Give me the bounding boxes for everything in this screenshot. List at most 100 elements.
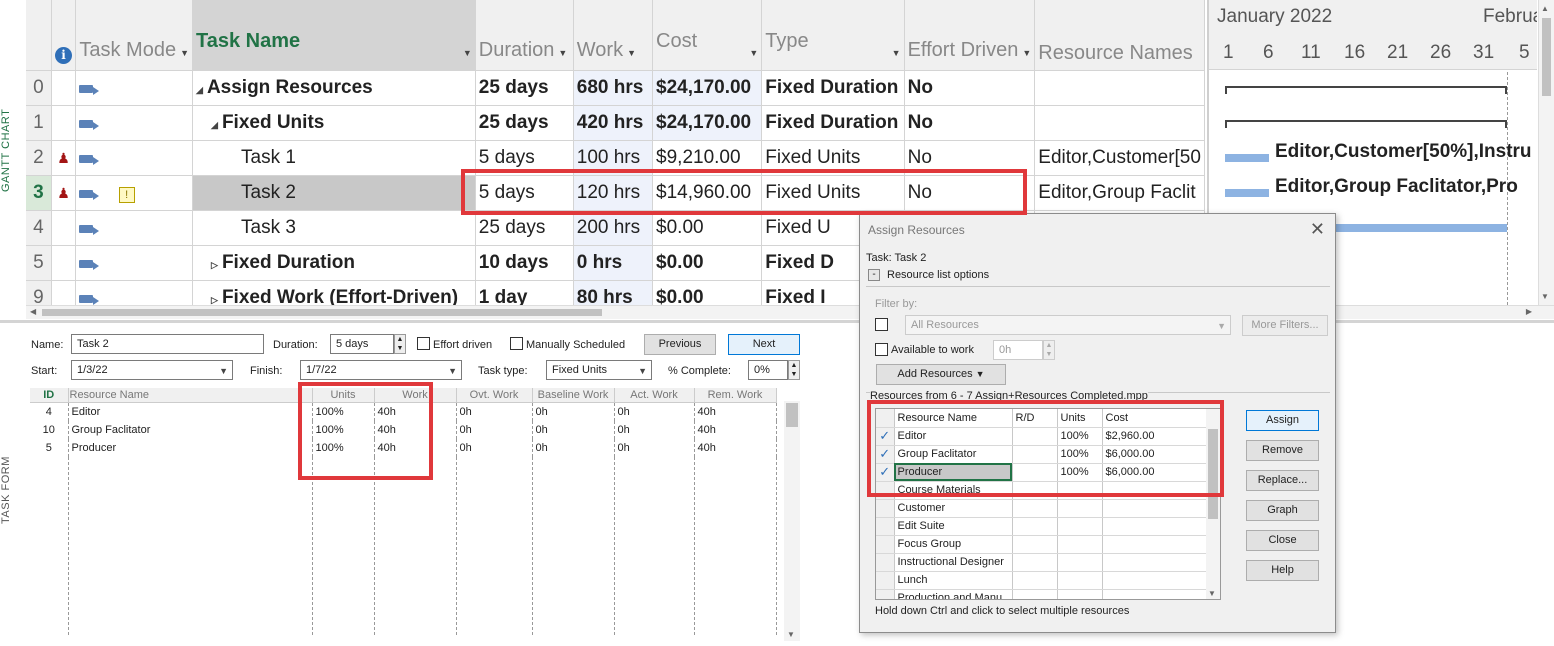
cost-cell[interactable]: $14,960.00 — [652, 175, 763, 211]
task-bar[interactable] — [1225, 189, 1269, 197]
scroll-thumb[interactable] — [1542, 18, 1551, 96]
type-cell[interactable]: Fixed Duration — [761, 105, 905, 141]
resource-act-work[interactable]: 0h — [614, 438, 695, 457]
resource-units[interactable]: 100% — [1057, 463, 1103, 482]
task-row-selected[interactable]: 3 ♟ ! Task 2 5 days 120 hrs $14,960.00 F… — [26, 175, 1205, 211]
task-mode-cell[interactable] — [75, 280, 194, 305]
row-id[interactable]: 3 — [26, 175, 52, 211]
task-name-cell[interactable]: ◢ Assign Resources — [192, 70, 476, 106]
summary-bar[interactable] — [1225, 120, 1507, 128]
task-mode-cell[interactable]: ! — [75, 175, 194, 211]
resource-rem-work[interactable]: 40h — [694, 438, 777, 457]
cost-cell[interactable]: $24,170.00 — [652, 105, 763, 141]
duration-field[interactable]: 5 days — [330, 334, 394, 354]
resource-units[interactable] — [1057, 589, 1103, 599]
resource-ovt-work[interactable]: 0h — [456, 420, 533, 439]
cost-cell[interactable]: $9,210.00 — [652, 140, 763, 176]
resource-grid[interactable]: Resource Name R/D Units Cost ✓ Editor 10… — [875, 408, 1221, 600]
scroll-down-icon[interactable]: ▼ — [1541, 292, 1549, 301]
units-column-header[interactable]: Units — [312, 388, 375, 403]
cost-column-header[interactable]: Cost — [1102, 409, 1220, 428]
cost-header[interactable]: Cost ▼ — [652, 0, 763, 71]
resource-rd[interactable] — [1012, 571, 1058, 590]
row-id[interactable]: 4 — [26, 210, 52, 246]
work-header[interactable]: Work ▼ — [573, 0, 654, 71]
available-hours-field[interactable]: 0h — [993, 340, 1043, 360]
ovt-work-column-header[interactable]: Ovt. Work — [456, 388, 533, 403]
task-name-cell[interactable]: Task 2 — [192, 175, 476, 211]
resource-row[interactable]: ✓ Group Faclitator 100% $6,000.00 — [876, 445, 1220, 464]
task-form-view-label[interactable]: TASK FORM — [0, 400, 26, 580]
resource-act-work[interactable]: 0h — [614, 420, 695, 439]
resource-rd[interactable] — [1012, 589, 1058, 599]
task-mode-header[interactable]: Task Mode ▼ — [75, 0, 194, 71]
row-id[interactable]: 2 — [26, 140, 52, 176]
rd-column-header[interactable]: R/D — [1012, 409, 1058, 428]
assign-resources-dialog[interactable]: Assign Resources ✕ Task: Task 2 - Resour… — [859, 213, 1336, 633]
resource-rd[interactable] — [1012, 427, 1058, 446]
task-name-cell[interactable]: Task 3 — [192, 210, 476, 246]
resource-row[interactable]: Customer — [876, 499, 1220, 518]
effort-driven-cell[interactable]: No — [904, 105, 1036, 141]
chevron-down-icon[interactable]: ▼ — [219, 366, 228, 376]
task-name-cell[interactable]: ▷ Fixed Work (Effort-Driven) — [192, 280, 476, 305]
cost-cell[interactable]: $24,170.00 — [652, 70, 763, 106]
duration-cell[interactable]: 5 days — [475, 175, 574, 211]
resource-work[interactable]: 40h — [374, 420, 457, 439]
resource-baseline-work[interactable]: 0h — [532, 438, 615, 457]
resource-name[interactable]: Producer — [894, 463, 1013, 482]
row-id[interactable]: 0 — [26, 70, 52, 106]
resource-row[interactable]: Instructional Designer — [876, 553, 1220, 572]
task-mode-cell[interactable] — [75, 70, 194, 106]
percent-complete-field[interactable]: 0% — [748, 360, 788, 380]
resource-name-column-header[interactable]: Resource Name — [894, 409, 1013, 428]
filter-select[interactable]: All Resources ▼ — [905, 315, 1231, 335]
resource-grid-scrollbar[interactable]: ▼ — [1206, 409, 1220, 599]
resource-names-header[interactable]: Resource Names — [1034, 0, 1205, 71]
resource-work[interactable]: 40h — [374, 438, 457, 457]
task-name-header[interactable]: Task Name ▼ — [192, 0, 476, 71]
resource-names-cell[interactable] — [1034, 105, 1205, 141]
resource-row[interactable]: Focus Group — [876, 535, 1220, 554]
manually-scheduled-checkbox[interactable] — [510, 337, 523, 350]
resource-rd[interactable] — [1012, 517, 1058, 536]
expand-triangle-icon[interactable]: ▷ — [211, 295, 218, 305]
available-to-work-checkbox[interactable] — [875, 343, 888, 356]
effort-driven-checkbox[interactable] — [417, 337, 430, 350]
add-resources-button[interactable]: Add Resources ▼ — [876, 364, 1006, 385]
expand-triangle-icon[interactable]: ▷ — [211, 260, 218, 270]
resource-name[interactable]: Production and Manu — [894, 589, 1013, 599]
work-cell[interactable]: 120 hrs — [573, 175, 654, 211]
chevron-down-icon[interactable]: ▼ — [448, 366, 457, 376]
available-hours-spinner[interactable]: ▲ ▼ — [1043, 340, 1055, 360]
baseline-work-column-header[interactable]: Baseline Work — [532, 388, 615, 403]
resource-name[interactable]: Instructional Designer — [894, 553, 1013, 572]
resource-names-cell[interactable] — [1034, 70, 1205, 106]
task-name-cell[interactable]: ◢ Fixed Units — [192, 105, 476, 141]
duration-header[interactable]: Duration ▼ — [475, 0, 574, 71]
work-cell[interactable]: 200 hrs — [573, 210, 654, 246]
task-name-cell[interactable]: ▷ Fixed Duration — [192, 245, 476, 281]
resource-baseline-work[interactable]: 0h — [532, 402, 615, 421]
scroll-thumb[interactable] — [786, 403, 798, 427]
resource-name[interactable]: Focus Group — [894, 535, 1013, 554]
rem-work-column-header[interactable]: Rem. Work — [694, 388, 777, 403]
percent-complete-spinner[interactable]: ▲ ▼ — [788, 360, 800, 380]
resource-units[interactable]: 100% — [312, 402, 375, 421]
resource-row-selected[interactable]: ✓ Producer 100% $6,000.00 — [876, 463, 1220, 482]
scroll-down-icon[interactable]: ▼ — [787, 630, 795, 639]
work-cell[interactable]: 420 hrs — [573, 105, 654, 141]
resource-name[interactable]: Editor — [68, 402, 313, 421]
work-cell[interactable]: 100 hrs — [573, 140, 654, 176]
effort-driven-cell[interactable]: No — [904, 175, 1036, 211]
gantt-chart-view-label[interactable]: GANTT CHART — [0, 80, 26, 220]
collapse-options-button[interactable]: - — [868, 269, 880, 281]
task-mode-cell[interactable] — [75, 105, 194, 141]
resource-units[interactable] — [1057, 535, 1103, 554]
work-cell[interactable]: 680 hrs — [573, 70, 654, 106]
duration-cell[interactable]: 10 days — [475, 245, 574, 281]
chevron-down-icon[interactable]: ▼ — [1217, 321, 1226, 331]
task-type-select[interactable]: Fixed Units ▼ — [546, 360, 652, 380]
warning-icon[interactable]: ! — [118, 186, 135, 203]
type-cell[interactable]: Fixed Units — [761, 140, 905, 176]
